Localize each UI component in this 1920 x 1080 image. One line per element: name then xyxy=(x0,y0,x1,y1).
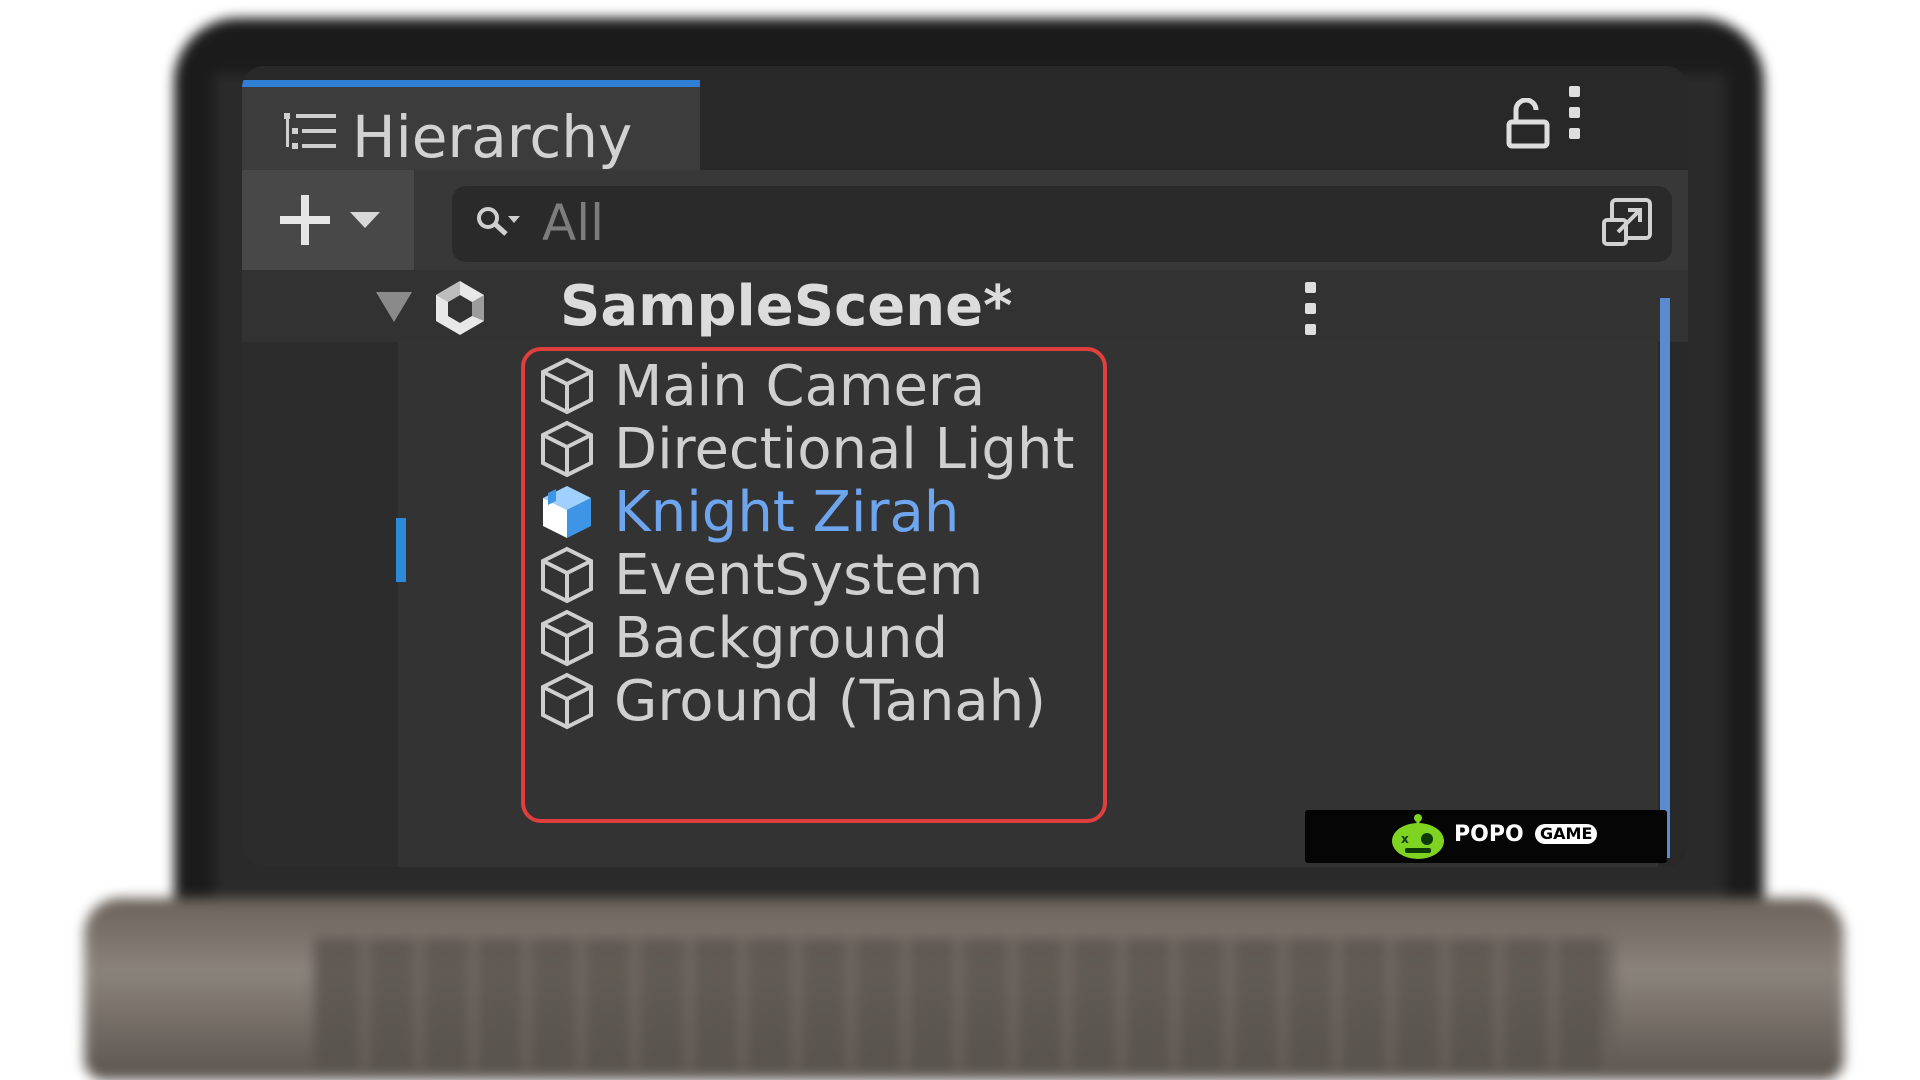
item-label: Main Camera xyxy=(614,353,986,419)
list-item[interactable]: Background xyxy=(536,604,948,672)
list-icon xyxy=(282,111,338,159)
item-label: Directional Light xyxy=(614,416,1075,482)
gameobject-cube-icon xyxy=(541,609,593,667)
search-placeholder: All xyxy=(542,194,604,252)
item-label: EventSystem xyxy=(614,542,984,608)
hierarchy-gutter xyxy=(242,342,398,867)
item-label: Background xyxy=(614,605,949,671)
prefab-cube-icon xyxy=(543,486,591,538)
list-item[interactable]: Ground (Tanah) xyxy=(536,667,1046,735)
laptop-keyboard xyxy=(314,938,1614,1068)
panel-title: Hierarchy xyxy=(352,103,633,171)
list-item-selected[interactable]: Knight Zirah xyxy=(536,478,959,546)
lock-icon[interactable] xyxy=(1506,97,1550,154)
list-item[interactable]: Directional Light xyxy=(536,415,1074,483)
hierarchy-panel: Hierarchy All SampleScene* Main Camera D… xyxy=(242,66,1688,867)
add-object-button[interactable] xyxy=(242,170,414,270)
scene-search-icon[interactable] xyxy=(1598,194,1658,258)
search-field[interactable]: All xyxy=(452,186,1672,262)
scene-row[interactable]: SampleScene* xyxy=(242,270,1688,342)
item-label: Knight Zirah xyxy=(614,479,960,545)
gameobject-cube-icon xyxy=(541,672,593,730)
scene-title: SampleScene* xyxy=(560,274,1013,339)
selection-indicator xyxy=(396,518,406,582)
expand-arrow-icon[interactable] xyxy=(374,288,414,332)
popogame-watermark: x POPO GAME xyxy=(1305,810,1667,863)
search-icon xyxy=(474,202,524,250)
hierarchy-toolbar: All xyxy=(242,170,1688,270)
plus-dropdown-icon xyxy=(280,195,380,245)
gameobject-cube-icon xyxy=(541,420,593,478)
gameobject-cube-icon xyxy=(541,546,593,604)
svg-text:x: x xyxy=(1401,832,1409,846)
watermark-badge: GAME xyxy=(1535,824,1598,844)
scrollbar[interactable] xyxy=(1660,298,1670,858)
list-item[interactable]: Main Camera xyxy=(536,352,985,420)
tab-hierarchy[interactable]: Hierarchy xyxy=(242,80,700,177)
watermark-brand: POPO xyxy=(1454,822,1524,847)
scene-menu-icon[interactable] xyxy=(1300,282,1320,335)
panel-menu-icon[interactable] xyxy=(1564,86,1584,139)
unity-logo-icon xyxy=(430,278,490,342)
item-label: Ground (Tanah) xyxy=(614,668,1047,734)
gameobject-cube-icon xyxy=(541,357,593,415)
list-item[interactable]: EventSystem xyxy=(536,541,983,609)
popogame-logo-icon: x xyxy=(1389,812,1451,866)
